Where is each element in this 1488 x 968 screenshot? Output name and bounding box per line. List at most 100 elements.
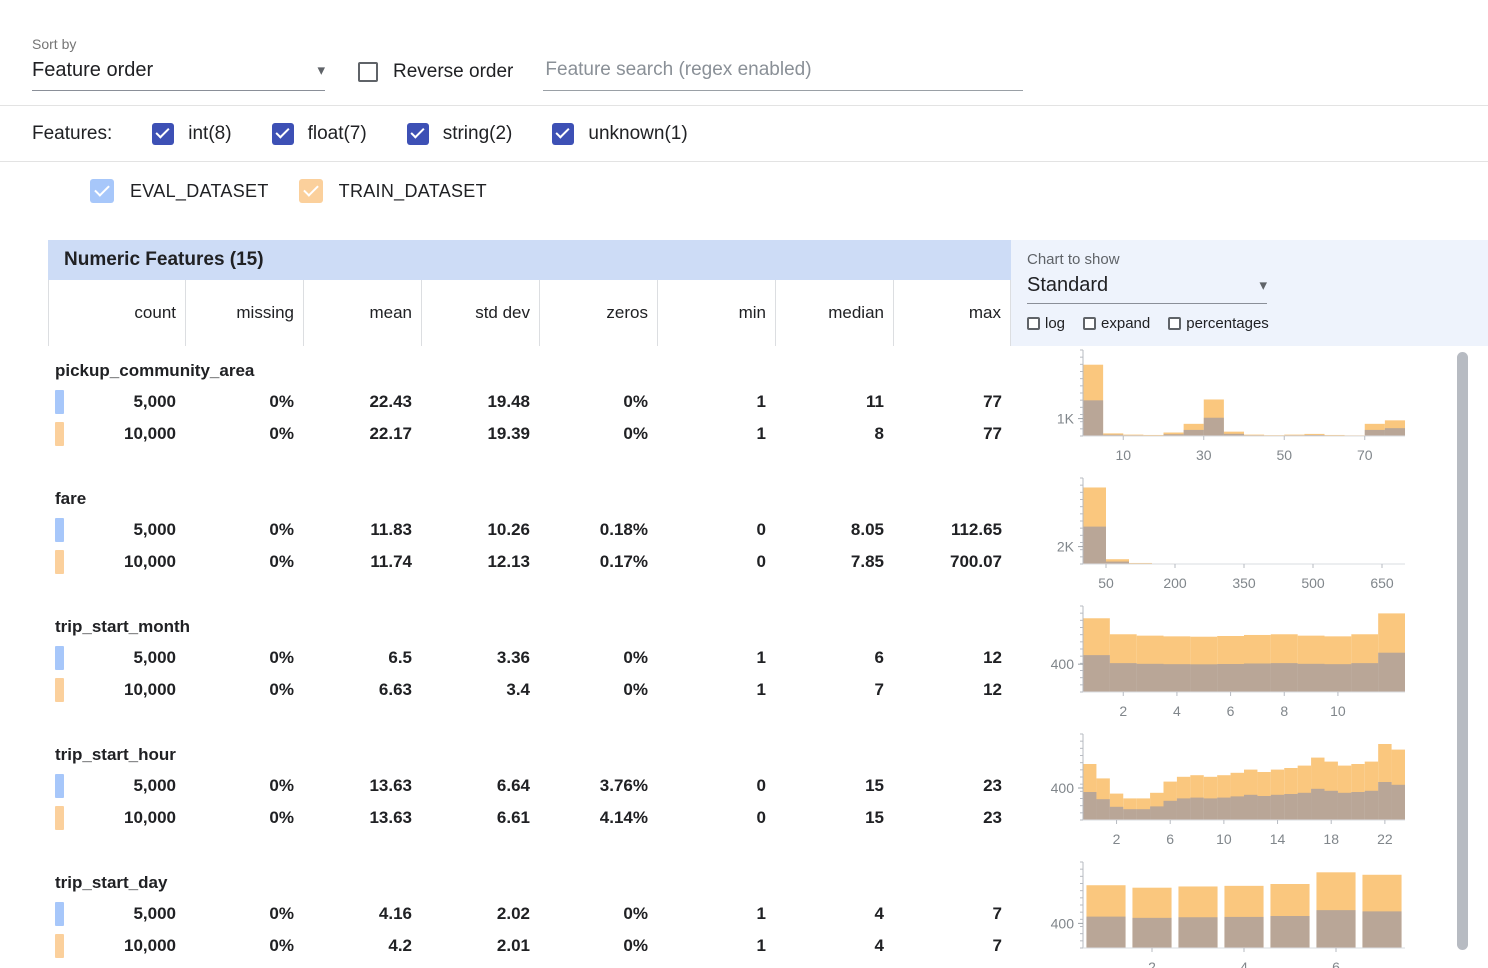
feature-rows: pickup_community_area5,0000%22.4319.480%… [48,346,1011,968]
stat-zeros: 4.14% [539,802,657,834]
stat-row-eval: 5,0000%11.8310.260.18%08.05112.65 [48,514,1011,546]
chart-option-label: percentages [1186,315,1269,332]
vertical-scrollbar[interactable] [1457,352,1468,950]
eval-checkbox-icon[interactable] [90,179,114,203]
dataset-toggle-train[interactable]: TRAIN_DATASET [299,179,487,203]
chart-option-label: expand [1101,315,1150,332]
stats-table: Numeric Features (15) countmissingmeanst… [48,240,1011,968]
feature-type-filter-int[interactable]: int(8) [152,123,231,145]
svg-text:6: 6 [1166,831,1174,847]
feature-type-filter-string[interactable]: string(2) [407,123,513,145]
feature-search [543,59,1023,91]
stat-zeros: 3.76% [539,770,657,802]
stat-std-dev: 6.61 [421,802,539,834]
stat-zeros: 0.17% [539,546,657,578]
feature-block-trip_start_day: trip_start_day5,0000%4.162.020%14710,000… [48,858,1011,968]
stat-mean: 4.16 [303,898,421,930]
sort-by-label: Sort by [32,36,325,52]
chart-option-expand[interactable]: expand [1083,315,1150,332]
stat-row-train: 10,0000%6.633.40%1712 [48,674,1011,706]
svg-text:650: 650 [1370,575,1394,591]
stat-min: 1 [657,930,775,962]
column-header-median: median [775,280,893,346]
stat-missing: 0% [185,386,303,418]
svg-text:4: 4 [1173,703,1181,719]
svg-text:500: 500 [1301,575,1325,591]
svg-text:10: 10 [1216,831,1232,847]
stat-count: 10,000 [48,802,185,834]
stat-mean: 6.63 [303,674,421,706]
stat-std-dev: 3.4 [421,674,539,706]
dataset-toggle-eval[interactable]: EVAL_DATASET [90,179,269,203]
stat-count: 5,000 [48,770,185,802]
expand-checkbox[interactable] [1083,317,1096,330]
svg-text:18: 18 [1323,831,1339,847]
stat-zeros: 0% [539,674,657,706]
stat-row-eval: 5,0000%13.636.643.76%01523 [48,770,1011,802]
svg-text:50: 50 [1098,575,1114,591]
stat-max: 700.07 [893,546,1011,578]
feature-type-filter-float[interactable]: float(7) [272,123,367,145]
svg-text:1K: 1K [1057,411,1075,427]
histogram-pickup_community_area: 1K10305070 [1011,346,1488,474]
train-marker [55,678,64,702]
chart-option-log[interactable]: log [1027,315,1065,332]
stat-min: 1 [657,898,775,930]
stat-mean: 13.63 [303,802,421,834]
stat-std-dev: 19.48 [421,386,539,418]
chart-options: log expand percentages [1027,315,1488,332]
stat-mean: 22.43 [303,386,421,418]
train-checkbox-icon[interactable] [299,179,323,203]
checkbox-checked-icon[interactable] [407,123,429,145]
reverse-order-checkbox[interactable] [358,62,378,82]
column-header-missing: missing [185,280,303,346]
reverse-order-toggle[interactable]: Reverse order [358,61,513,91]
feature-type-label: unknown(1) [588,123,687,145]
feature-name: fare [48,484,1011,514]
checkbox-checked-icon[interactable] [272,123,294,145]
column-header-std-dev: std dev [421,280,539,346]
chart-type-select[interactable]: Standard ▾ [1027,274,1267,304]
svg-text:400: 400 [1051,780,1075,796]
chart-option-percentages[interactable]: percentages [1168,315,1269,332]
dataset-legend: EVAL_DATASET TRAIN_DATASET [0,162,1488,240]
stat-mean: 13.63 [303,770,421,802]
histogram-trip_start_month: 400246810 [1011,602,1488,730]
column-header-count: count [48,280,185,346]
percentages-checkbox[interactable] [1168,317,1181,330]
log-checkbox[interactable] [1027,317,1040,330]
toolbar: Sort by Feature order ▾ Reverse order [0,0,1488,106]
checkbox-checked-icon[interactable] [152,123,174,145]
stat-row-eval: 5,0000%6.53.360%1612 [48,642,1011,674]
svg-text:6: 6 [1227,703,1235,719]
stat-mean: 11.74 [303,546,421,578]
svg-text:30: 30 [1196,447,1212,463]
feature-search-input[interactable] [543,59,1023,91]
stat-max: 7 [893,898,1011,930]
svg-text:6: 6 [1332,959,1340,968]
stat-count: 10,000 [48,930,185,962]
stat-median: 8.05 [775,514,893,546]
stat-std-dev: 6.64 [421,770,539,802]
stat-max: 23 [893,770,1011,802]
stat-count: 5,000 [48,514,185,546]
stat-row-eval: 5,0000%22.4319.480%11177 [48,386,1011,418]
numeric-features-title: Numeric Features (15) [48,240,1011,280]
train-marker [55,550,64,574]
stat-zeros: 0% [539,386,657,418]
column-header-mean: mean [303,280,421,346]
feature-type-filter-unknown[interactable]: unknown(1) [552,123,687,145]
stat-row-train: 10,0000%4.22.010%147 [48,930,1011,962]
feature-type-filters: int(8) float(7) string(2) unknown(1) [152,123,727,145]
histogram-trip_start_hour: 4002610141822 [1011,730,1488,858]
svg-text:2: 2 [1113,831,1121,847]
checkbox-checked-icon[interactable] [552,123,574,145]
stat-zeros: 0% [539,418,657,450]
histogram-trip_start_day: 400246 [1011,858,1488,968]
chart-controls: Chart to show Standard ▾ logexpandpercen… [1011,240,1488,346]
sort-by-select[interactable]: Feature order ▾ [32,59,325,91]
stat-min: 0 [657,770,775,802]
train-marker [55,806,64,830]
stat-min: 0 [657,514,775,546]
svg-text:200: 200 [1163,575,1187,591]
